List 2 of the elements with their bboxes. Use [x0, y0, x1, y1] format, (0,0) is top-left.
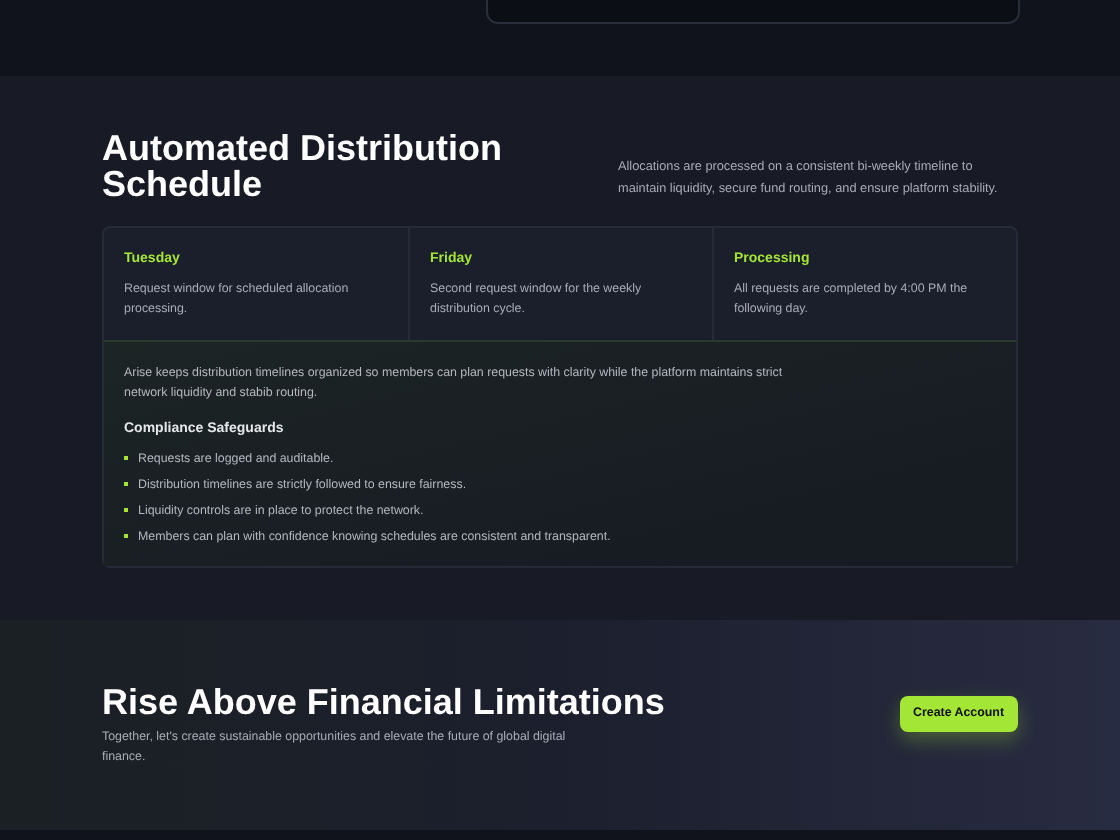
section-title: Automated Distribution Schedule — [102, 130, 504, 202]
cta-title: Rise Above Financial Limitations — [102, 681, 665, 721]
